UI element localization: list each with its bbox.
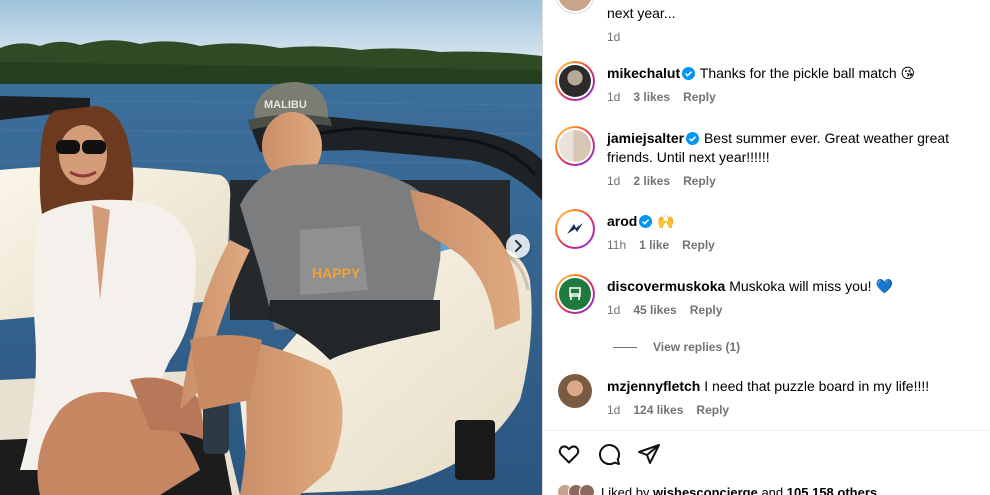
avatar[interactable]	[555, 0, 595, 14]
comment-time: 1d	[607, 90, 621, 104]
comment-time: 1d	[607, 30, 621, 44]
liked-by-middle: and	[761, 484, 784, 495]
reply-button[interactable]: Reply	[690, 302, 723, 318]
comment-likes[interactable]: 45 likes	[633, 302, 676, 318]
comment-time: 1d	[607, 403, 621, 417]
liked-by-avatars[interactable]	[557, 484, 595, 495]
cap-logo-text: MALIBU	[264, 99, 307, 111]
comment-text: next year...	[607, 5, 676, 21]
avatar[interactable]	[558, 374, 592, 408]
comment-text: 🙌	[657, 213, 675, 229]
chevron-right-icon	[515, 240, 522, 252]
reply-button[interactable]: Reply	[683, 89, 716, 105]
comment-likes[interactable]: 2 likes	[633, 173, 670, 189]
liked-by: Liked by wishesconcierge and 105,158 oth…	[557, 484, 877, 495]
muskoka-chair-icon	[569, 287, 581, 300]
comment-likes[interactable]: 124 likes	[633, 402, 683, 418]
comment-likes[interactable]: 1 like	[639, 237, 669, 253]
comment-username[interactable]: discovermuskoka	[607, 278, 725, 294]
comment-time: 1d	[607, 303, 621, 317]
avatar[interactable]	[555, 209, 595, 249]
actions-divider	[543, 430, 990, 431]
shirt-text: HAPPY	[312, 265, 361, 281]
comment-icon	[599, 444, 621, 466]
avatar[interactable]	[555, 61, 595, 101]
comment-text: Thanks for the pickle ball match 😘	[699, 65, 916, 81]
comment-text: Muskoka will miss you! 💙	[729, 278, 893, 294]
heart-icon	[558, 445, 580, 464]
comment-text: I need that puzzle board in my life!!!!	[704, 378, 930, 394]
reply-button[interactable]: Reply	[682, 237, 715, 253]
view-replies-line	[613, 346, 637, 348]
post-view: MALIBU HAPPY next year... 1d mikechalut …	[0, 0, 990, 495]
view-replies-label: View replies (1)	[653, 340, 741, 354]
comment-time: 11h	[607, 238, 627, 252]
liked-by-count[interactable]: 105,158 others	[787, 485, 877, 495]
comment-time: 1d	[607, 174, 621, 188]
post-actions	[557, 442, 663, 468]
comment-username[interactable]: mzjennyfletch	[607, 378, 700, 394]
view-replies-button[interactable]: View replies (1)	[613, 340, 740, 354]
verified-badge-icon	[639, 215, 653, 228]
comments-panel: next year... 1d mikechalut Thanks for th…	[543, 0, 990, 495]
post-photo[interactable]: MALIBU HAPPY	[0, 0, 542, 495]
next-photo-button[interactable]	[506, 234, 530, 258]
verified-badge-icon	[682, 67, 696, 80]
boat-photo-illustration: MALIBU HAPPY	[0, 0, 542, 495]
liked-by-user[interactable]: wishesconcierge	[653, 485, 758, 495]
arod-logo-icon	[567, 223, 583, 234]
comment-username[interactable]: jamiejsalter	[607, 130, 684, 146]
share-button[interactable]	[637, 442, 663, 468]
reply-button[interactable]: Reply	[696, 402, 729, 418]
comment-button[interactable]	[597, 442, 623, 468]
comment-username[interactable]: arod	[607, 213, 637, 229]
like-button[interactable]	[557, 442, 583, 468]
verified-badge-icon	[686, 132, 700, 145]
comment-likes[interactable]: 3 likes	[633, 89, 670, 105]
comment-username[interactable]: mikechalut	[607, 65, 680, 81]
reply-button[interactable]: Reply	[683, 173, 716, 189]
liked-by-prefix: Liked by	[601, 484, 650, 495]
avatar[interactable]	[555, 274, 595, 314]
avatar[interactable]	[555, 126, 595, 166]
share-icon	[638, 444, 660, 464]
